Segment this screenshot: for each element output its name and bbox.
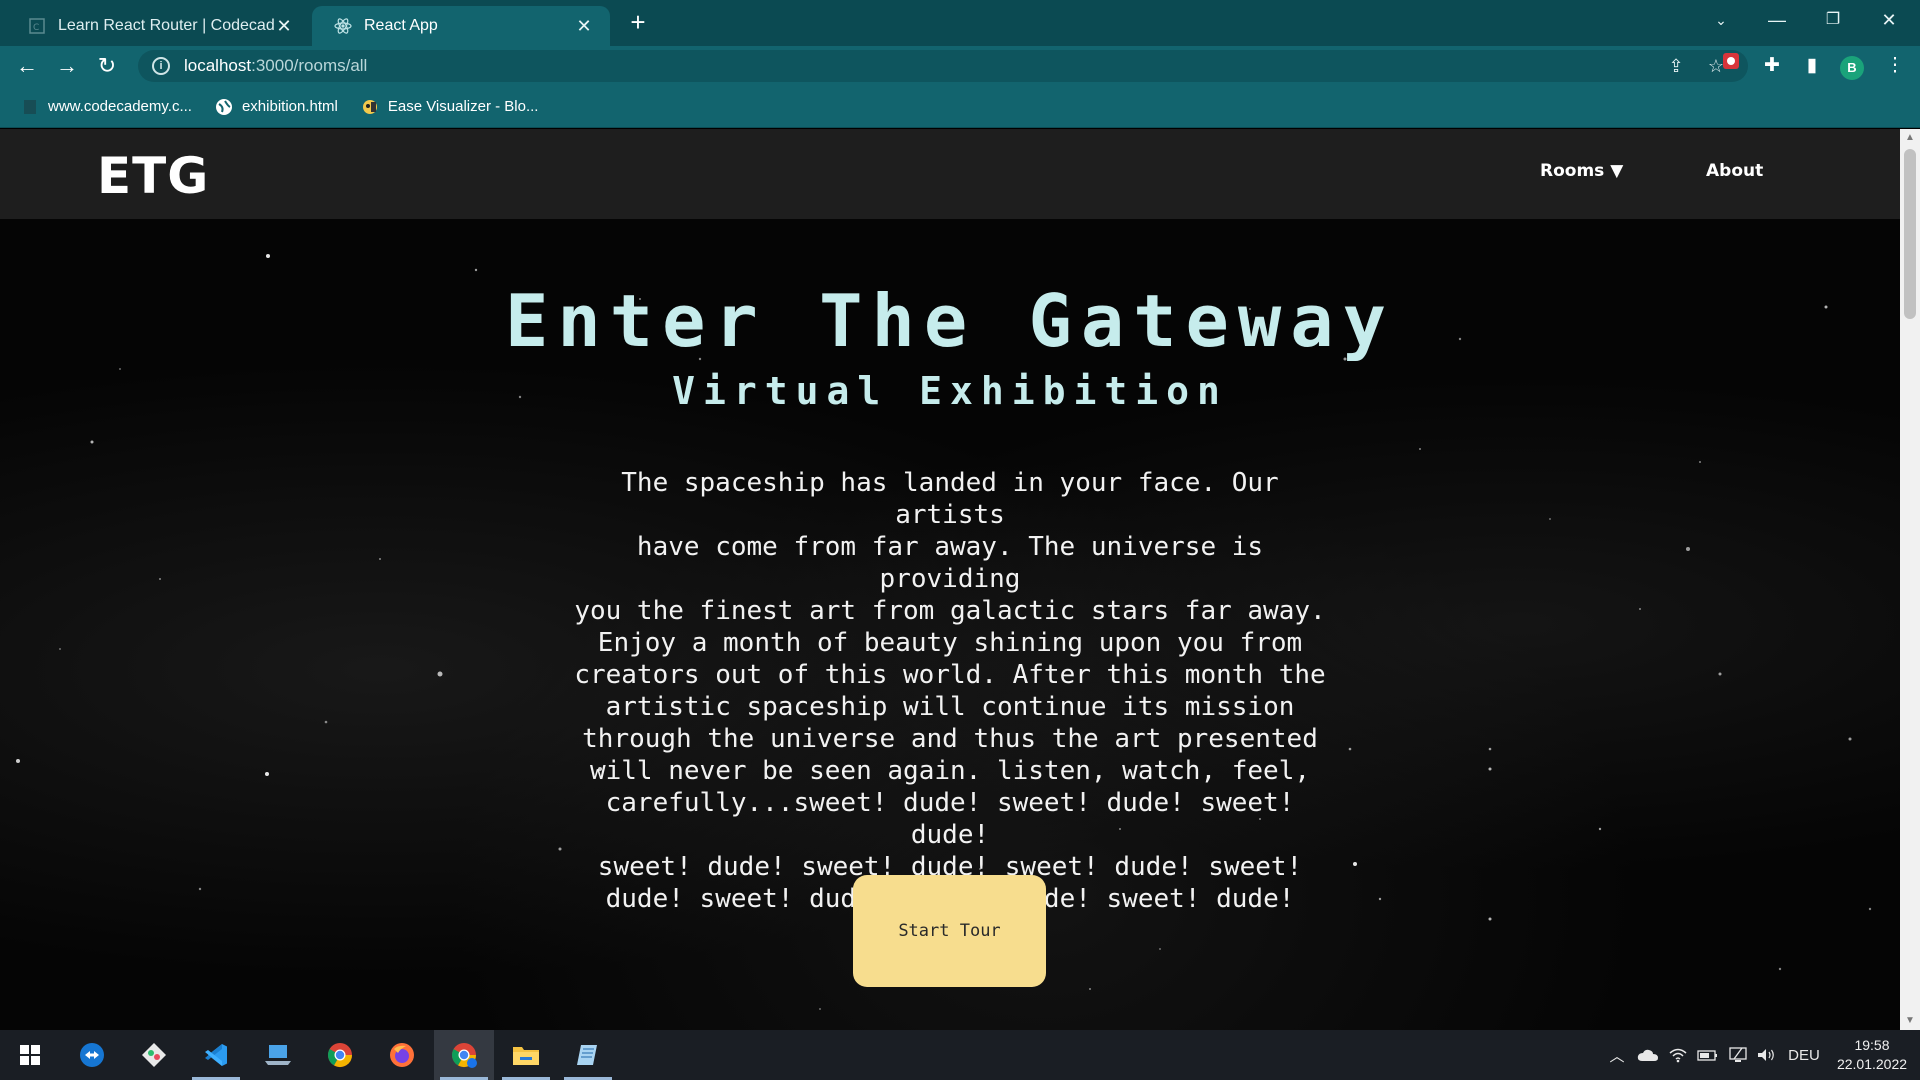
chrome-icon[interactable] [310, 1030, 370, 1080]
page-viewport: ETG Rooms ▼ About Enter The Gateway Virt… [0, 129, 1900, 1030]
show-hidden-icons-chevron-icon[interactable]: ︿ [1604, 1030, 1630, 1080]
tab-title: Learn React Router | Codecadem [58, 17, 274, 34]
nav-about-link[interactable]: About [1706, 161, 1763, 181]
reload-button[interactable]: ↻ [92, 51, 122, 81]
close-tab-icon[interactable]: ✕ [274, 16, 294, 37]
hero-title: Enter The Gateway [505, 279, 1395, 363]
tab-codecademy[interactable]: C Learn React Router | Codecadem ✕ [6, 6, 310, 46]
wifi-icon[interactable] [1664, 1030, 1692, 1080]
bookmark-codecademy[interactable]: www.codecademy.c... [20, 97, 192, 117]
extensions-puzzle-icon[interactable]: ✚ [1757, 51, 1787, 81]
bookmark-label: Ease Visualizer - Blo... [387, 98, 539, 115]
notepad-icon[interactable] [558, 1030, 618, 1080]
clock-time: 19:58 [1854, 1037, 1890, 1053]
close-window-button[interactable]: ✕ [1864, 0, 1914, 40]
profile-avatar[interactable]: B [1840, 56, 1864, 80]
close-tab-icon[interactable]: ✕ [574, 16, 594, 37]
vscode-icon[interactable] [186, 1030, 246, 1080]
visualizer-icon [360, 97, 380, 117]
description-line: will never be seen again. listen, watch,… [589, 756, 1311, 786]
file-explorer-icon[interactable] [496, 1030, 556, 1080]
tab-search-icon[interactable]: ⌄ [1696, 0, 1746, 40]
react-icon [334, 17, 352, 35]
tab-title: React App [364, 17, 438, 34]
page-icon [20, 97, 40, 117]
description-line: artistic spaceship will continue its mis… [605, 692, 1295, 722]
nav-rooms-dropdown[interactable]: Rooms ▼ [1540, 161, 1623, 181]
input-language-indicator[interactable]: DEU [1782, 1030, 1826, 1080]
bookmark-label: exhibition.html [241, 98, 338, 115]
windows-taskbar: ︿ DEU 19:58 22.01.2022 [0, 1030, 1920, 1080]
firefox-icon[interactable] [372, 1030, 432, 1080]
new-tab-button[interactable]: + [624, 8, 652, 36]
start-tour-button[interactable]: Start Tour [853, 875, 1046, 987]
onedrive-cloud-icon[interactable] [1634, 1030, 1662, 1080]
site-logo[interactable]: ETG [97, 147, 209, 205]
address-bar[interactable]: i localhost:3000/rooms/all ⇪ ☆ [138, 50, 1748, 82]
page-scrollbar[interactable]: ▲ ▼ [1900, 129, 1920, 1030]
scrollbar-thumb[interactable] [1904, 149, 1916, 319]
description-line: The spaceship has landed in your face. O… [621, 468, 1279, 530]
scroll-up-arrow-icon[interactable]: ▲ [1900, 129, 1920, 147]
description-line: have come from far away. The universe is… [636, 532, 1264, 594]
description-line: creators out of this world. After this m… [574, 660, 1326, 690]
site-navbar: ETG Rooms ▼ About [0, 129, 1900, 219]
battery-icon[interactable] [1694, 1030, 1722, 1080]
description-line: through the universe and thus the art pr… [582, 724, 1318, 754]
side-panel-icon[interactable]: ▮ [1797, 51, 1827, 81]
back-button[interactable]: ← [12, 51, 42, 81]
bookmark-exhibition[interactable]: exhibition.html [214, 97, 338, 117]
site-info-icon[interactable]: i [152, 57, 170, 75]
globe-icon [214, 97, 234, 117]
url-path: :3000/rooms/all [251, 56, 368, 75]
svg-text:C: C [33, 23, 39, 33]
description-line: carefully...sweet! dude! sweet! dude! sw… [605, 788, 1295, 850]
browser-toolbar: ← → ↻ i localhost:3000/rooms/all ⇪ ☆ ✚ ▮… [0, 46, 1920, 86]
bookmarks-bar: www.codecademy.c... exhibition.html Ease… [0, 86, 1920, 128]
forward-button[interactable]: → [52, 51, 82, 81]
teamviewer-icon[interactable] [62, 1030, 122, 1080]
network-icon[interactable] [1724, 1030, 1752, 1080]
clock-date: 22.01.2022 [1836, 1056, 1908, 1072]
share-icon[interactable]: ⇪ [1662, 50, 1690, 82]
hero-description: The spaceship has landed in your face. O… [560, 467, 1340, 915]
volume-icon[interactable] [1752, 1030, 1780, 1080]
description-line: Enjoy a month of beauty shining upon you… [597, 628, 1303, 658]
restore-button[interactable]: ❐ [1808, 0, 1858, 40]
tab-react-app[interactable]: React App ✕ [312, 6, 610, 46]
bookmark-ease-visualizer[interactable]: Ease Visualizer - Blo... [360, 97, 539, 117]
description-line: you the finest art from galactic stars f… [574, 596, 1326, 626]
extension-red-icon[interactable] [1716, 51, 1746, 81]
taskbar-clock[interactable]: 19:58 22.01.2022 [1830, 1036, 1914, 1074]
laptop-icon[interactable] [248, 1030, 308, 1080]
hero-subtitle: Virtual Exhibition [672, 369, 1228, 413]
codecademy-icon: C [28, 17, 46, 35]
scroll-down-arrow-icon[interactable]: ▼ [1900, 1012, 1920, 1030]
browser-tab-strip: C Learn React Router | Codecadem ✕ React… [0, 0, 1920, 46]
url-host: localhost [184, 56, 252, 75]
gitkraken-icon[interactable] [124, 1030, 184, 1080]
menu-kebab-icon[interactable]: ⋮ [1880, 51, 1910, 81]
windows-start-icon[interactable] [0, 1030, 60, 1080]
bookmark-label: www.codecademy.c... [48, 98, 192, 115]
minimize-button[interactable]: — [1752, 0, 1802, 40]
chrome-dev-icon[interactable] [434, 1030, 494, 1080]
